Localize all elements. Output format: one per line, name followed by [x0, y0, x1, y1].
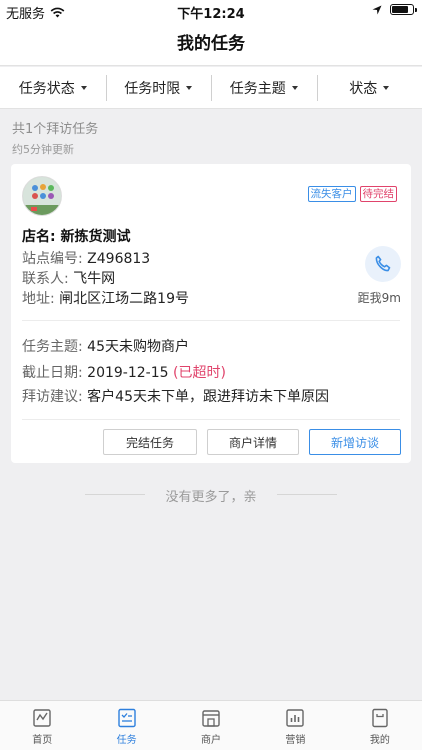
filter-label: 任务状态 [18, 80, 75, 97]
chart-icon [286, 709, 305, 727]
tab-store[interactable]: 商户 [169, 701, 253, 750]
deadline-value: 2019-12-15 [87, 365, 169, 381]
task-count-summary: 共1个拜访任务 [12, 122, 99, 137]
topic-label: 任务主题: [22, 339, 83, 355]
shop-photo-icon [23, 177, 61, 215]
tab-label: 商户 [201, 735, 222, 746]
address-row: 地址: 闸北区江场二路19号 [22, 288, 189, 308]
filter-label: 任务时限 [124, 80, 181, 97]
advice-value: 客户45天未下单，跟进拜访未下单原因 [87, 389, 329, 405]
address: 闸北区江场二路19号 [59, 291, 189, 307]
call-button[interactable] [365, 246, 401, 282]
tab-profile[interactable]: 我的 [338, 701, 422, 750]
status-bar: 无服务 下午12:24 [0, 0, 422, 22]
contact-name: 飞牛网 [73, 271, 116, 287]
home-icon [33, 709, 51, 727]
filter-task-deadline[interactable]: 任务时限 [105, 74, 212, 101]
location-arrow-icon [372, 5, 382, 14]
site-code: Z496813 [87, 251, 151, 267]
tab-label: 任务 [116, 735, 137, 746]
filter-task-status[interactable]: 任务状态 [0, 75, 106, 101]
dropdown-caret-icon [80, 85, 87, 90]
overdue-badge: (已超时) [173, 365, 226, 381]
dropdown-caret-icon [186, 85, 193, 90]
advice-label: 拜访建议: [22, 389, 83, 405]
contact-row: 联系人: 飞牛网 [22, 268, 115, 288]
filter-task-topic[interactable]: 任务主题 [211, 74, 317, 101]
tag-group: 流失客户 待完结 [307, 186, 397, 202]
deadline-label: 截止日期: [22, 365, 83, 381]
divider [22, 320, 400, 321]
advice-row: 拜访建议: 客户45天未下单，跟进拜访未下单原因 [22, 386, 329, 406]
update-hint: 约5分钟更新 [12, 143, 74, 156]
topic-value: 45天未购物商户 [87, 339, 189, 355]
tab-task[interactable]: 任务 [84, 701, 168, 750]
tab-label: 我的 [369, 735, 390, 746]
shop-name-label: 店名: [22, 229, 56, 245]
tab-label: 首页 [32, 735, 53, 746]
filter-bar: 任务状态 任务时限 任务主题 状态 [0, 67, 422, 109]
new-visit-button[interactable]: 新增访谈 [309, 429, 401, 455]
tag-lost-customer: 流失客户 [307, 186, 356, 202]
deadline-row: 截止日期: 2019-12-15 (已超时) [22, 362, 226, 382]
card-actions: 完结任务 商户详情 新增访谈 [103, 429, 401, 455]
site-code-label: 站点编号: [22, 251, 83, 267]
dropdown-caret-icon [291, 85, 298, 90]
battery-level [392, 6, 408, 13]
shop-name: 新拣货测试 [60, 229, 131, 245]
no-more-hint: 没有更多了，亲 [0, 486, 422, 505]
task-card[interactable]: 流失客户 待完结 店名: 新拣货测试 站点编号: Z496813 联系人: 飞牛… [11, 164, 411, 463]
page-title: 我的任务 [0, 22, 422, 66]
site-code-row: 站点编号: Z496813 [22, 248, 150, 268]
battery-icon [390, 4, 417, 15]
filter-status[interactable]: 状态 [316, 74, 422, 101]
distance-label: 距我9m [357, 291, 401, 305]
shop-name-row: 店名: 新拣货测试 [22, 226, 130, 246]
filter-label: 状态 [349, 80, 378, 97]
task-list-icon [117, 708, 136, 728]
shop-avatar [22, 176, 62, 216]
address-label: 地址: [22, 291, 55, 307]
contact-label: 联系人: [22, 271, 69, 287]
topic-row: 任务主题: 45天未购物商户 [22, 336, 189, 356]
phone-icon [375, 255, 391, 272]
finish-task-button[interactable]: 完结任务 [103, 429, 197, 455]
tab-bar: 首页 任务 商户 营销 我的 [0, 700, 422, 750]
tab-marketing[interactable]: 营销 [253, 701, 337, 750]
tab-home[interactable]: 首页 [0, 701, 84, 750]
divider [22, 419, 400, 420]
tag-pending: 待完结 [359, 186, 397, 202]
profile-icon [372, 708, 388, 728]
dropdown-caret-icon [383, 85, 390, 90]
filter-label: 任务主题 [229, 80, 286, 97]
tab-label: 营销 [285, 735, 306, 746]
shop-detail-button[interactable]: 商户详情 [207, 429, 299, 455]
store-icon [202, 710, 220, 727]
status-right [372, 4, 417, 15]
clock: 下午12:24 [177, 7, 245, 22]
